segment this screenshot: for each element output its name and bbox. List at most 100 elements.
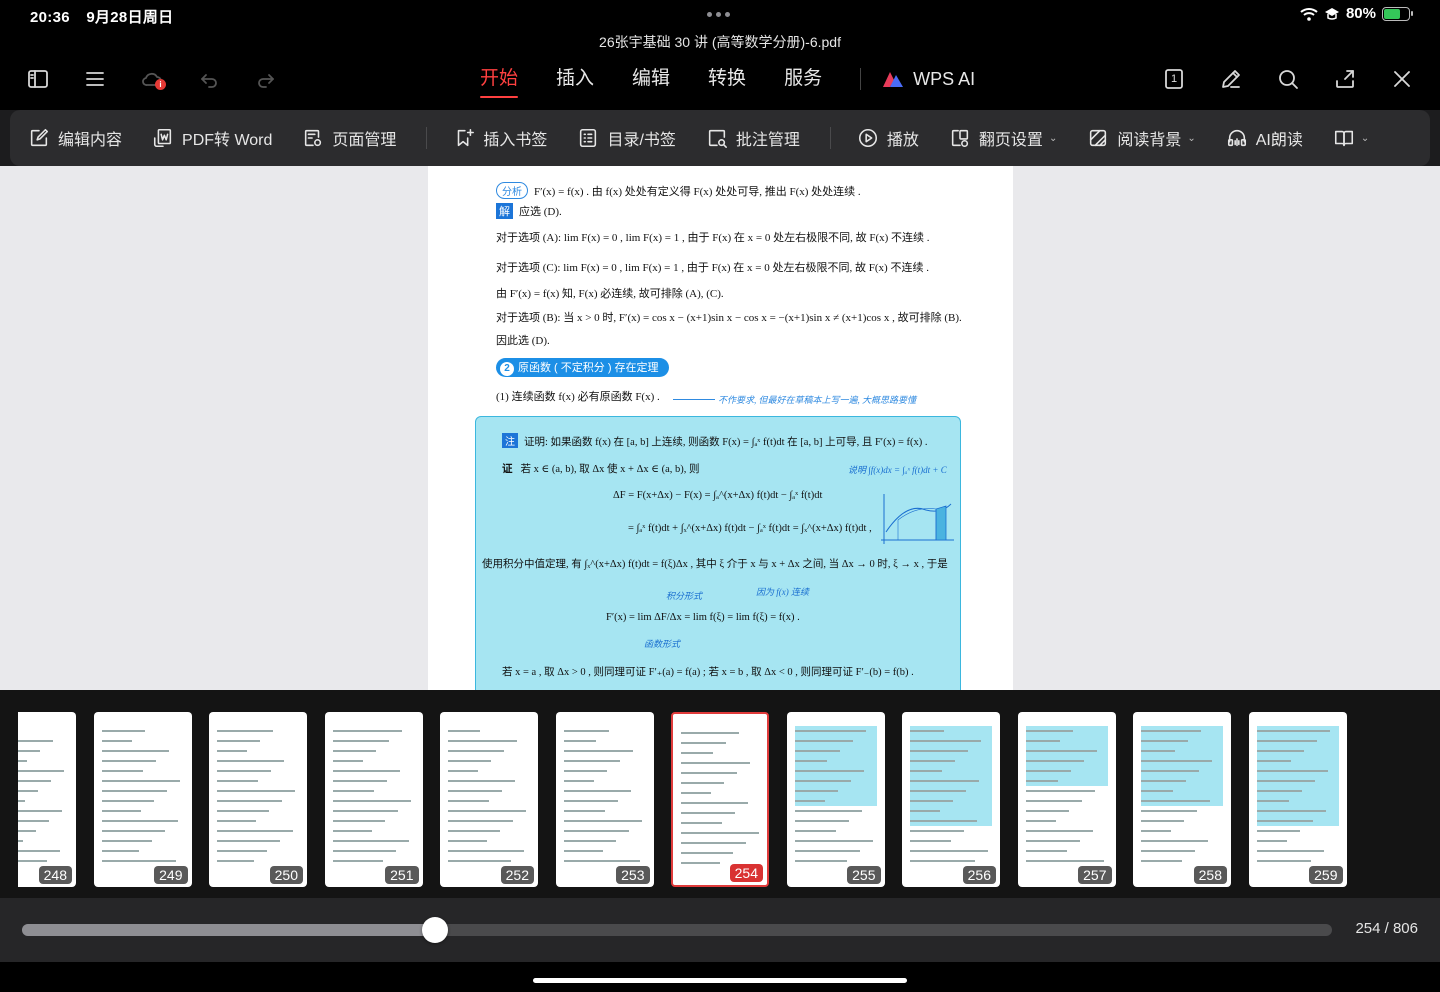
thumbnail-page-number: 259 [1309,866,1343,884]
tab-edit[interactable]: 编辑 [632,66,670,92]
thumbnail-text-line [1141,750,1175,752]
thumbnail-text-line [794,740,853,742]
thumbnail-text-line [681,732,739,734]
search-icon[interactable] [1274,66,1302,92]
toc-bookmark-label: 目录/书签 [607,132,676,149]
conclusion-line: 因此选 (D). [496,335,550,347]
page-thumbnail[interactable]: 253 [555,712,654,887]
page-thumbnail[interactable]: 248 [18,712,76,887]
thumbnail-text-line [217,800,282,802]
thumbnail-text-line [794,760,827,762]
thumbnail-text-line [563,810,605,812]
thumbnail-page-number: 257 [1078,866,1112,884]
page-thumbnail[interactable]: 252 [440,712,538,887]
page-thumbnail[interactable]: 251 [324,712,423,887]
wps-ai-button[interactable]: WPS AI [881,69,975,90]
wps-ai-logo-icon [883,72,904,87]
thumbnail-text-line [681,762,750,764]
analysis-badge: 分析 [496,182,528,199]
proof-tag: 证 [502,464,513,475]
play-button[interactable]: 播放 [857,126,919,150]
thumbnail-text-line [563,750,633,752]
thumbnail-text-line [563,850,603,852]
thumbnail-text-line [681,752,713,754]
page-thumbnail[interactable]: 257 [1017,712,1116,887]
pen-icon[interactable] [1217,66,1245,92]
thumbnail-text-line [1141,830,1171,832]
thumbnail-text-line [794,750,840,752]
thumbnail-text-line [910,800,953,802]
thumbnail-text-line [448,790,502,792]
book-mode-button[interactable]: ⌄ [1333,127,1369,149]
thumbnail-text-line [332,810,398,812]
undo-icon[interactable] [195,66,223,92]
redo-icon[interactable] [252,66,280,92]
page-thumbnail[interactable]: 256 [902,712,1000,887]
thumbnail-text-line [1025,750,1097,752]
thumbnail-text-line [563,800,618,802]
ai-read-button[interactable]: AI朗读 [1226,126,1303,150]
page-slider-track[interactable] [22,924,1332,936]
tab-insert[interactable]: 插入 [556,66,594,92]
thumbnail-text-line [1025,780,1058,782]
page-thumbnail[interactable]: 250 [209,712,307,887]
page-thumbnail[interactable]: 258 [1133,712,1231,887]
thumbnail-text-line [448,740,517,742]
thumbnail-text-line [563,740,596,742]
thumbnail-text-line [101,830,165,832]
thumbnail-text-line [1025,830,1093,832]
cloud-alert-icon[interactable]: i [138,66,166,92]
share-icon[interactable] [1331,66,1359,92]
close-icon[interactable] [1388,66,1416,92]
battery-icon [1382,6,1413,21]
thumbnail-text-line [448,840,487,842]
page-thumbnail[interactable]: 254 [671,712,769,887]
page-view-icon[interactable]: 1 [1160,66,1188,92]
menu-icon[interactable] [81,66,109,92]
page-slider-handle[interactable] [422,917,448,943]
reading-background-icon [1090,129,1107,147]
pdf-to-word-label: PDF转 Word [182,132,273,149]
reading-background-button[interactable]: 阅读背景 ⌄ [1087,126,1196,150]
note-box: 注证明: 如果函数 f(x) 在 [a, b] 上连续, 则函数 F(x) = … [475,416,961,690]
tab-service[interactable]: 服务 [784,66,822,92]
home-indicator[interactable] [533,978,907,983]
insert-bookmark-button[interactable]: 插入书签 [453,126,547,150]
thumbnail-text-line [1025,800,1082,802]
thumbnail-text-line [681,822,722,824]
pdf-to-word-button[interactable]: PDF转 Word [152,126,272,150]
page-thumbnail[interactable]: 255 [786,712,885,887]
top-toolbar: 26张宇基础 30 讲 (高等数学分册)-6.pdf i 开始 插入 编辑 转换… [0,30,1440,110]
page-turn-settings-button[interactable]: 翻页设置 ⌄ [949,126,1057,150]
document-viewer[interactable]: 分析 F′(x) = f(x) . 由 f(x) 处处有定义得 F(x) 处处可导… [0,166,1440,690]
thumbnail-text-line [332,800,411,802]
multitask-dots-icon[interactable] [707,12,730,17]
pdf-to-word-icon [153,128,172,148]
thumbnail-text-line [217,850,267,852]
tab-start[interactable]: 开始 [480,66,519,98]
page-manage-button[interactable]: 页面管理 [302,126,396,150]
thumbnail-text-line [910,790,966,792]
thumbnail-text-line [563,840,616,842]
page-thumbnail[interactable]: 259 [1248,712,1347,887]
edit-content-button[interactable]: 编辑内容 [28,126,122,150]
thumbnail-text-line [563,820,642,822]
toc-bookmark-button[interactable]: 目录/书签 [577,126,676,150]
annotation-manage-button[interactable]: 批注管理 [706,126,800,150]
battery-percent: 80% [1345,5,1376,22]
thumbnail-text-line [1025,820,1056,822]
thumbnail-text-line [332,730,402,732]
sidebar-icon[interactable] [24,66,52,92]
page-thumbnail[interactable]: 249 [93,712,192,887]
tab-convert[interactable]: 转换 [708,66,746,92]
thumbnail-text-line [1256,730,1330,732]
thumbnail-text-line [18,780,51,782]
thumbnail-text-line [1141,820,1184,822]
thumbnail-text-line [1256,790,1302,792]
insert-bookmark-icon [458,128,475,147]
thumbnail-text-line [217,790,295,792]
page-manage-icon [305,129,322,147]
pdf-page[interactable]: 分析 F′(x) = f(x) . 由 f(x) 处处有定义得 F(x) 处处可导… [428,166,1013,690]
play-label: 播放 [886,132,919,149]
thumbnail-list[interactable]: 248 249 250 251 252 253 254 255 256 257 258 259 [18,712,1422,888]
